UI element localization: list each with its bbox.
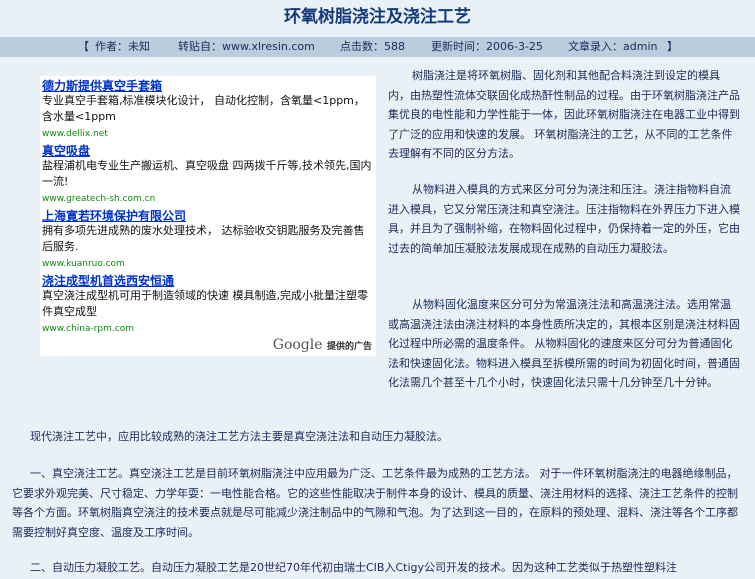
info-clicks: 点击数：588 (340, 40, 405, 53)
article-paragraph: 二、自动压力凝胶工艺。自动压力凝胶工艺是20世纪70年代初由瑞士CIB入Ctig… (30, 561, 678, 574)
google-ad-box: 德力斯提供真空手套箱 专业真空手套箱,标准模块化设计， 自动化控制，含氧量<1p… (40, 76, 376, 356)
page-title: 环氧树脂浇注及浇注工艺 (284, 7, 471, 27)
info-updated: 更新时间：2006-3-25 (431, 40, 543, 53)
ad-item: 浇注成型机首选西安恒通 真空浇注成型机可用于制造领域的快速 模具制造,完成小批量… (42, 274, 374, 336)
article-paragraph-text: 从物料固化温度来区分可分为常温浇注法和高温浇注法。选用常温或高温浇注法由浇注材料… (388, 298, 740, 389)
ad-url-link[interactable]: www.greatech-sh.com.cn (42, 192, 374, 206)
ad-url-link[interactable]: www.dellix.net (42, 127, 374, 141)
ads-by-google[interactable]: Google 提供的广告 (273, 337, 372, 353)
ad-url-link[interactable]: www.kuanruo.com (42, 257, 374, 271)
article-paragraph: 从物料固化温度来区分可分为常温浇注法和高温浇注法。选用常温或高温浇注法由浇注材料… (388, 295, 740, 393)
article-paragraph: 从物料进入模具的方式来区分可分为浇注和压注。浇注指物料自流进入模具，它又分常压浇… (388, 183, 740, 255)
ads-by-google-label: 提供的广告 (326, 342, 372, 352)
info-source: 转贴自：www.xlresin.com (178, 40, 315, 53)
article-paragraph: 现代浇注工艺中，应用比较成熟的浇注工艺方法主要是真空浇注法和自动压力凝胶法。 (30, 430, 448, 443)
article-paragraph: 树脂浇注是将环氧树脂、固化剂和其他配合料浇注到设定的模具内，由热塑性流体交联固化… (388, 69, 740, 160)
info-bracket-open: 【 (78, 40, 89, 53)
info-bracket-close: 】 (667, 40, 678, 53)
article-paragraph: 一、真空浇注工艺。真空浇注工艺是目前环氧树脂浇注中应用最为广泛、工艺条件最为成熟… (12, 467, 738, 539)
ad-title-link[interactable]: 德力斯提供真空手套箱 (42, 79, 374, 93)
ad-description: 拥有多项先进成熟的废水处理技术， 达标验收交钥匙服务及完善售后服务. (42, 224, 365, 253)
info-editor: 文章录入：admin (568, 40, 658, 53)
ad-description: 专业真空手套箱,标准模块化设计， 自动化控制，含氧量<1ppm，含水量<1ppm (42, 94, 365, 123)
ad-item: 德力斯提供真空手套箱 专业真空手套箱,标准模块化设计， 自动化控制，含氧量<1p… (42, 79, 374, 141)
ad-url-link[interactable]: www.china-rpm.com (42, 322, 374, 336)
article-info-bar: 【 作者：未知 转贴自：www.xlresin.com 点击数：588 更新时间… (0, 37, 755, 57)
ad-item: 上海寛若环境保护有限公司 拥有多项先进成熟的废水处理技术， 达标验收交钥匙服务及… (42, 209, 374, 271)
ad-title-link[interactable]: 真空吸盘 (42, 144, 374, 158)
ad-description: 真空浇注成型机可用于制造领域的快速 模具制造,完成小批量注塑零件真空成型 (42, 289, 368, 318)
info-author: 作者：未知 (95, 40, 150, 53)
ad-description: 盐程浦机电专业生产搬运机、真空吸盘 四两拨千斤等,技术领先,国内一流! (42, 159, 372, 188)
ad-title-link[interactable]: 浇注成型机首选西安恒通 (42, 274, 374, 288)
ad-item: 真空吸盘 盐程浦机电专业生产搬运机、真空吸盘 四两拨千斤等,技术领先,国内一流!… (42, 144, 374, 206)
ad-title-link[interactable]: 上海寛若环境保护有限公司 (42, 209, 374, 223)
google-logo: Google (272, 337, 323, 353)
